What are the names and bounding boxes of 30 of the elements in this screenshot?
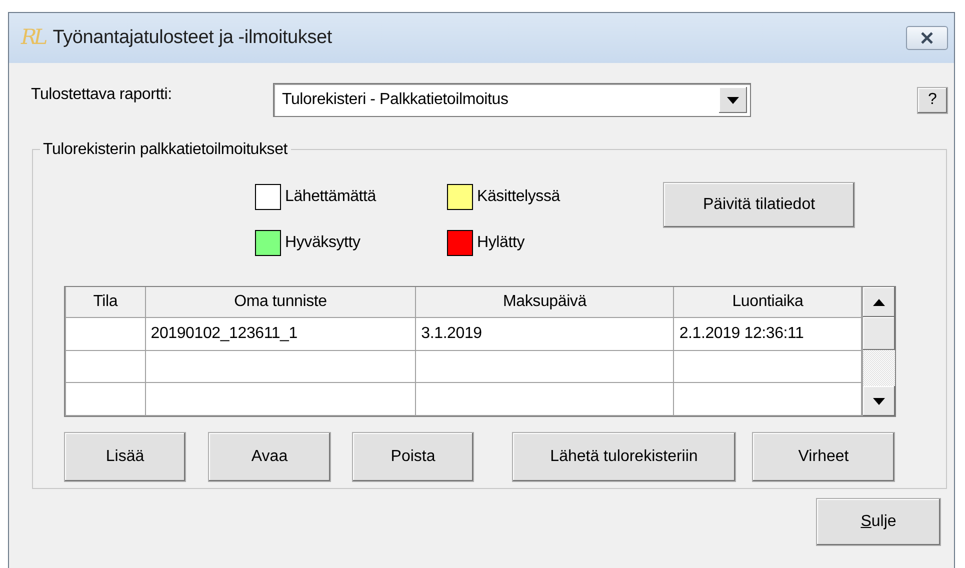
- column-header[interactable]: Tila: [66, 287, 146, 318]
- window-title: Työnantajatulosteet ja -ilmoitukset: [52, 26, 333, 50]
- legend-label: Hylätty: [477, 233, 524, 253]
- scroll-down-icon: [873, 398, 886, 404]
- table-cell: 3.1.2019: [416, 318, 674, 350]
- dropdown-arrow-icon: [727, 96, 739, 104]
- column-header[interactable]: Luontiaika: [674, 287, 862, 318]
- action-button[interactable]: Lisää: [64, 432, 186, 482]
- close-dialog-button[interactable]: Sulje: [816, 498, 941, 546]
- app-logo: RL: [21, 24, 45, 52]
- scrollbar[interactable]: [862, 287, 895, 416]
- help-button[interactable]: ?: [917, 86, 948, 114]
- legend-label: Hyväksytty: [285, 233, 360, 253]
- close-icon: [920, 32, 934, 44]
- table-cell: 2.1.2019 12:36:11: [674, 318, 862, 350]
- action-button[interactable]: Virheet: [752, 432, 895, 482]
- report-dropdown[interactable]: Tulorekisteri - Palkkatietoilmoitus: [273, 83, 751, 117]
- report-label: Tulostettava raportti:: [31, 85, 173, 105]
- column-header[interactable]: Oma tunniste: [145, 287, 416, 318]
- scroll-thumb[interactable]: [863, 317, 895, 350]
- table-cell: 20190102_123611_1: [145, 318, 416, 350]
- refresh-button[interactable]: Päivitä tilatiedot: [663, 182, 855, 228]
- scroll-up-icon: [873, 298, 886, 306]
- action-button[interactable]: Lähetä tulorekisteriin: [512, 432, 736, 482]
- action-button[interactable]: Poista: [352, 432, 474, 482]
- close-button[interactable]: [906, 26, 948, 50]
- column-header[interactable]: Maksupäivä: [416, 287, 674, 318]
- action-button[interactable]: Avaa: [208, 432, 331, 482]
- legend-label: Lähettämättä: [285, 187, 376, 207]
- legend-label: Käsittelyssä: [477, 187, 560, 207]
